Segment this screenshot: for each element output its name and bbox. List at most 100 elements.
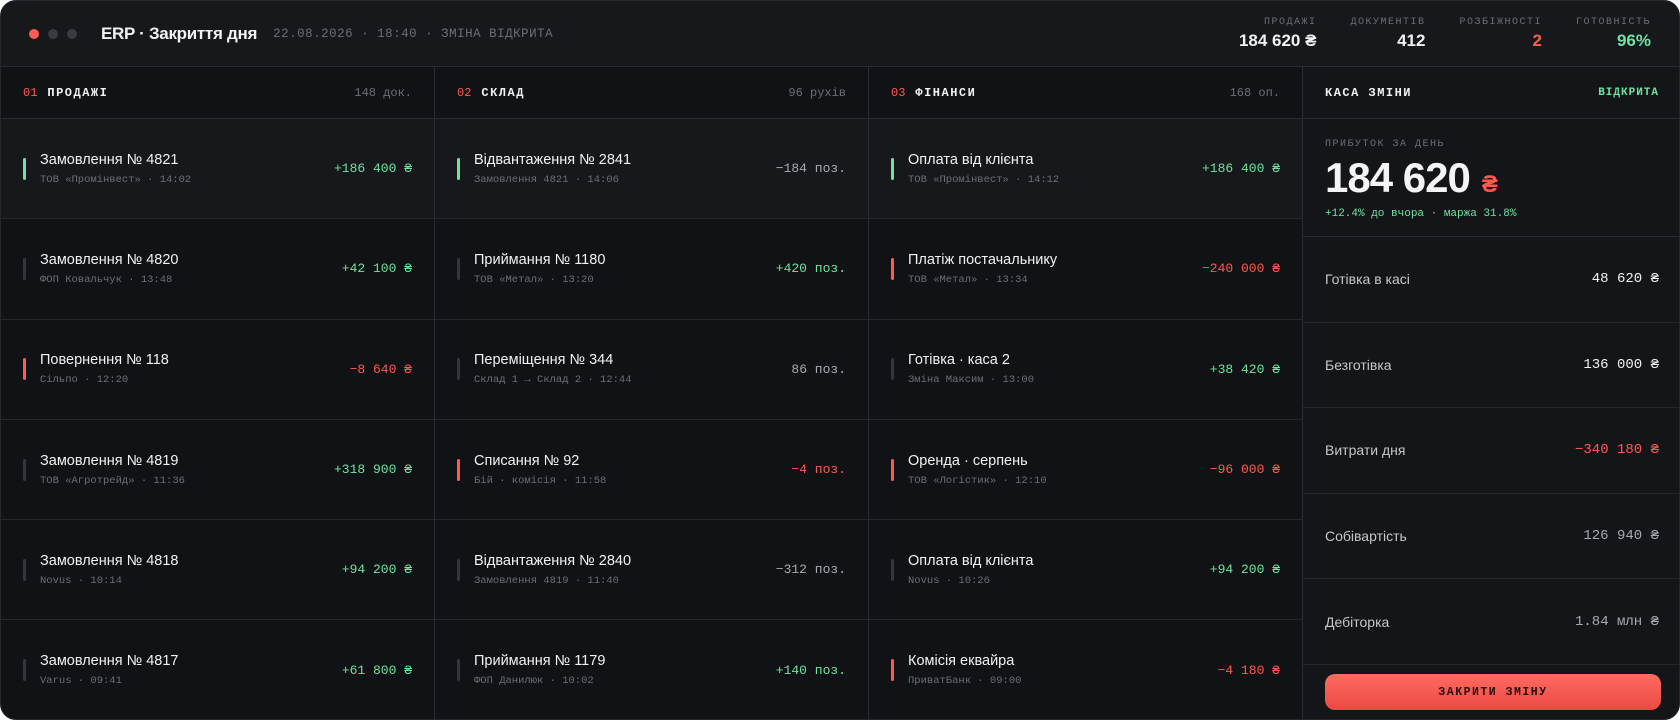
item-value: −4 180 ₴ [1217,662,1280,678]
item-meta: Varus · 09:41 [40,675,122,688]
column-header: 03 ФІНАНСИ 168 оп. [869,67,1302,119]
list-item[interactable]: Оренда · серпень ТОВ «Логістик» · 12:10 −9… [869,420,1302,521]
status-indicator [23,157,26,180]
item-text: Замовлення № 4817 Varus · 09:41 [40,653,179,687]
list-item[interactable]: Замовлення № 4817 Varus · 09:41 +61 800 ₴ [1,620,434,719]
item-title: Платіж постачальнику [908,251,1058,268]
list-item[interactable]: Замовлення № 4820 ФОП Ковальчук · 13:48 +4… [1,219,434,320]
item-text: Замовлення № 4818 Novus · 10:14 [40,553,179,587]
item-title: Відвантаження № 2841 [474,151,632,168]
column-number: 01 [23,85,38,100]
item-text: Платіж постачальнику ТОВ «Метал» · 13:34 [908,252,1057,286]
list-item[interactable]: Списання № 92 Бій · комісія · 11:58 −4 поз… [435,420,868,521]
item-text: Оплата від клієнта ТОВ «Промінвест» · 14:… [908,152,1059,186]
item-value: +94 200 ₴ [1209,562,1280,578]
item-text: Готівка · каса 2 Зміна Максим · 13:00 [908,352,1034,386]
status-indicator [891,358,894,381]
item-value: +94 200 ₴ [341,562,412,578]
list-item[interactable]: Замовлення № 4818 Novus · 10:14 +94 200 ₴ [1,520,434,621]
item-value: −4 поз. [791,462,846,478]
item-meta: ФОП Ковальчук · 13:48 [40,273,173,286]
item-text: Замовлення № 4819 ТОВ «Агротрейд» · 11:36 [40,453,185,487]
item-text: Оренда · серпень ТОВ «Логістик» · 12:10 [908,453,1047,487]
cash-summary-row: Витрати дня −340 180 ₴ [1303,408,1679,494]
cash-summary-row: Собівартість 126 940 ₴ [1303,494,1679,580]
stat-value: 2 [1532,31,1542,50]
item-value: −240 000 ₴ [1201,261,1280,277]
item-title: Відвантаження № 2840 [474,552,632,569]
close-dot[interactable] [29,28,39,39]
item-title: Переміщення № 344 [474,352,614,369]
item-meta: ТОВ «Промінвест» · 14:02 [40,173,192,186]
column-2: 02 СКЛАД 96 рухів Відвантаження № 2841 Замов… [435,67,869,719]
summary-value: 126 940 ₴ [1583,528,1659,545]
list-item[interactable]: Оплата від клієнта ТОВ «Промінвест» · 14:… [869,119,1302,220]
item-text: Оплата від клієнта Novus · 10:26 [908,553,1033,587]
item-title: Оренда · серпень [908,452,1028,469]
maximize-dot[interactable] [67,28,77,39]
stat-value: 412 [1397,31,1426,50]
item-title: Замовлення № 4818 [40,552,179,569]
list-item[interactable]: Переміщення № 344 Склад 1 → Склад 2 · 12:… [435,320,868,420]
list-item[interactable]: Готівка · каса 2 Зміна Максим · 13:00 +38 … [869,320,1302,420]
erp-window: ERP · Закриття дня 22.08.2026 · 18:40 · … [0,0,1680,720]
list-item[interactable]: Замовлення № 4819 ТОВ «Агротрейд» · 11:36… [1,420,434,521]
list-item[interactable]: Комісія еквайра ПриватБанк · 09:00 −4 180 … [869,620,1302,719]
profit-block: ПРИБУТОК ЗА ДЕНЬ 184 620 ₴ +12.4% до вчо… [1303,119,1679,237]
item-value: +140 поз. [775,662,846,678]
panel-header: КАСА ЗМІНИ ВІДКРИТА [1303,67,1679,119]
cash-summary-row: Безготівка 136 000 ₴ [1303,323,1679,409]
app-title: ERP · Закриття дня [101,23,258,43]
item-value: +186 400 ₴ [1201,161,1280,177]
item-title: Замовлення № 4820 [40,251,179,268]
minimize-dot[interactable] [48,28,58,39]
item-title: Списання № 92 [474,452,580,469]
item-value: −8 640 ₴ [349,361,412,377]
item-title: Оплата від клієнта [908,552,1034,569]
item-meta: ФОП Данилюк · 10:02 [474,675,594,688]
list-item[interactable]: Приймання № 1179 ФОП Данилюк · 10:02 +140 … [435,620,868,719]
status-indicator [23,558,26,581]
column-count: 96 рухів [788,85,846,100]
item-meta: ТОВ «Промінвест» · 14:12 [908,173,1060,186]
column-count: 168 оп. [1229,85,1280,100]
item-title: Замовлення № 4821 [40,151,179,168]
item-text: Замовлення № 4820 ФОП Ковальчук · 13:48 [40,252,179,286]
item-title: Приймання № 1179 [474,653,606,670]
list-item[interactable]: Повернення № 118 Сільпо · 12:20 −8 640 ₴ [1,320,434,420]
item-title: Замовлення № 4817 [40,653,179,670]
list-item[interactable]: Платіж постачальнику ТОВ «Метал» · 13:34 −… [869,219,1302,320]
column-title: ФІНАНСИ [915,85,977,100]
status-indicator [457,458,460,481]
stat-label: ПРОДАЖІ [1263,17,1317,28]
item-value: 86 поз. [791,361,846,377]
list-item[interactable]: Приймання № 1180 ТОВ «Метал» · 13:20 +420 … [435,219,868,320]
stat-value: 96% [1616,31,1651,50]
shift-status-badge: ВІДКРИТА [1598,86,1659,99]
list-item[interactable]: Оплата від клієнта Novus · 10:26 +94 200 ₴ [869,520,1302,621]
status-indicator [891,257,894,280]
item-title: Оплата від клієнта [908,151,1034,168]
status-indicator [457,659,460,682]
list-item[interactable]: Відвантаження № 2841 Замовлення 4821 · 14… [435,119,868,220]
close-shift-button[interactable]: ЗАКРИТИ ЗМІНУ [1325,674,1661,710]
item-value: +186 400 ₴ [333,161,412,177]
currency-icon: ₴ [1481,171,1498,198]
summary-label: Собівартість [1325,528,1407,545]
list-item[interactable]: Замовлення № 4821 ТОВ «Промінвест» · 14:0… [1,119,434,220]
item-meta: Novus · 10:14 [40,574,122,587]
item-meta: ПриватБанк · 09:00 [908,675,1022,688]
summary-label: Витрати дня [1325,442,1406,459]
list-item[interactable]: Відвантаження № 2840 Замовлення 4819 · 11… [435,520,868,621]
item-title: Приймання № 1180 [474,251,606,268]
header-stat: РОЗБІЖНОСТІ 2 [1459,17,1542,51]
stat-label: РОЗБІЖНОСТІ [1459,17,1542,28]
header-stat: ГОТОВНІСТЬ 96% [1576,17,1651,51]
summary-value: 1.84 млн ₴ [1574,613,1659,630]
item-meta: Замовлення 4821 · 14:06 [474,173,619,186]
item-meta: Бій · комісія · 11:58 [474,474,607,487]
item-text: Замовлення № 4821 ТОВ «Промінвест» · 14:0… [40,152,191,186]
column-header: 01 ПРОДАЖІ 148 док. [1,67,434,119]
column-1: 01 ПРОДАЖІ 148 док. Замовлення № 4821 ТОВ «П… [1,67,435,719]
profit-value: 184 620 ₴ [1325,154,1659,202]
